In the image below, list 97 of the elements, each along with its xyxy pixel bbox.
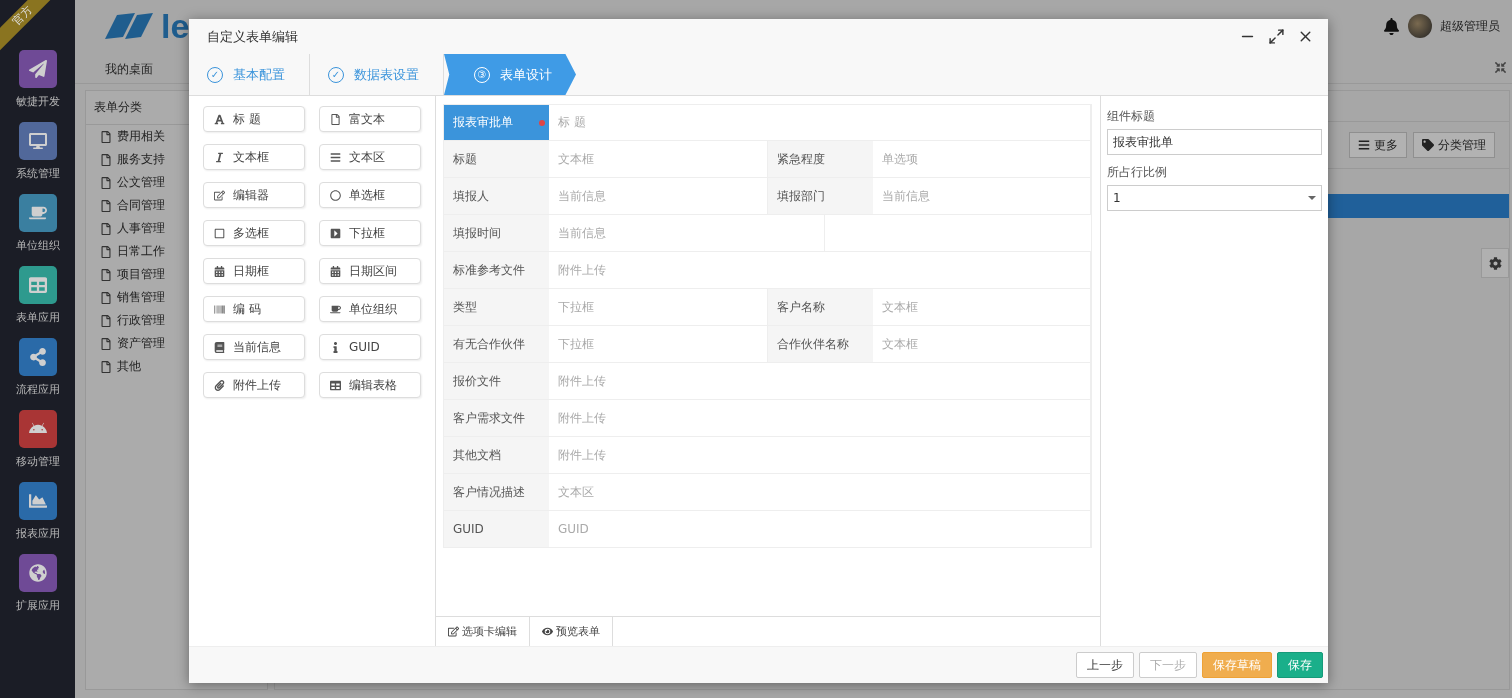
calendar-icon (214, 265, 225, 277)
paperclip-icon (214, 379, 225, 391)
file-icon (100, 222, 112, 235)
file-icon (100, 176, 112, 189)
file-icon (330, 113, 341, 125)
component-button[interactable]: 日期框 (203, 258, 305, 284)
toolbar-button[interactable]: 分类管理 (1413, 132, 1495, 158)
avatar[interactable] (1408, 14, 1432, 38)
tag-icon (1422, 139, 1434, 151)
category-item[interactable]: 销售管理 (117, 289, 165, 306)
app-label: 扩展应用 (15, 598, 60, 613)
file-icon (100, 291, 112, 304)
toolbar-button[interactable]: 更多 (1349, 132, 1407, 158)
category-item[interactable]: 合同管理 (117, 197, 165, 214)
table-icon (330, 379, 341, 391)
app-tile[interactable] (18, 410, 57, 448)
bell-icon[interactable] (1383, 17, 1400, 35)
step-label: 数据表设置 (354, 65, 419, 84)
category-item[interactable]: 服务支持 (117, 151, 165, 168)
component-button[interactable]: 下拉框 (319, 220, 421, 246)
file-icon (100, 268, 112, 281)
fullscreen-icon[interactable] (1495, 62, 1506, 73)
component-button[interactable]: 富文本 (319, 106, 421, 132)
component-button[interactable]: 编 码 (203, 296, 305, 322)
logo-text: le (161, 6, 190, 46)
app-label: 表单应用 (15, 310, 60, 325)
nav-tab[interactable]: 我的桌面 (105, 61, 153, 76)
file-icon (100, 360, 112, 373)
app-label: 单位组织 (15, 238, 60, 253)
footer-button[interactable]: 上一步 (1076, 652, 1134, 678)
component-button[interactable]: GUID (319, 334, 421, 360)
component-button[interactable]: 当前信息 (203, 334, 305, 360)
file-icon (100, 153, 112, 166)
edit-icon (214, 189, 225, 201)
paper-plane-icon (28, 60, 47, 78)
app-label: 报表应用 (15, 526, 60, 541)
user-name[interactable]: 超级管理员 (1440, 17, 1500, 35)
ratio-select[interactable]: 1 (1107, 185, 1322, 211)
step-label: 表单设计 (500, 65, 552, 84)
letter-a-icon (214, 113, 225, 125)
monitor-icon (28, 132, 47, 150)
app-tile[interactable] (18, 482, 57, 520)
share-icon (28, 348, 47, 366)
app-label: 系统管理 (15, 166, 60, 181)
cup-icon (28, 204, 47, 222)
edit-icon (448, 626, 459, 637)
app-tile[interactable] (18, 194, 57, 232)
menu-icon (1358, 139, 1370, 151)
category-item[interactable]: 资产管理 (117, 335, 165, 352)
calendar-icon (330, 265, 341, 277)
cup-icon (330, 303, 341, 315)
book-icon (214, 341, 225, 353)
component-button[interactable]: 编辑表格 (319, 372, 421, 398)
category-item[interactable]: 项目管理 (117, 266, 165, 283)
app-label: 敏捷开发 (15, 94, 60, 109)
category-item[interactable]: 其他 (117, 358, 141, 375)
eye-icon (542, 626, 553, 637)
settings-button[interactable] (1481, 248, 1509, 278)
file-icon (100, 130, 112, 143)
lines-icon (330, 151, 341, 163)
file-icon (100, 245, 112, 258)
component-button[interactable]: 多选框 (203, 220, 305, 246)
component-button[interactable]: 单选框 (319, 182, 421, 208)
area-chart-icon (28, 492, 47, 510)
property-label: 组件标题 (1107, 108, 1156, 125)
file-icon (100, 199, 112, 212)
app-tile[interactable] (18, 266, 57, 304)
step-label: 基本配置 (233, 65, 285, 84)
component-button[interactable]: 文本框 (203, 144, 305, 170)
title-input[interactable]: 报表审批单 (1107, 129, 1322, 155)
category-item[interactable]: 日常工作 (117, 243, 165, 260)
maximize-icon[interactable] (1268, 28, 1285, 45)
app-tile[interactable] (18, 50, 57, 88)
component-button[interactable]: 编辑器 (203, 182, 305, 208)
category-item[interactable]: 公文管理 (117, 174, 165, 191)
app-tile[interactable] (18, 338, 57, 376)
component-button[interactable]: 单位组织 (319, 296, 421, 322)
category-item[interactable]: 费用相关 (117, 128, 165, 145)
app-tile[interactable] (18, 122, 57, 160)
file-icon (100, 337, 112, 350)
info-icon (330, 341, 341, 353)
app-label: 移动管理 (15, 454, 60, 469)
settings-icon (1488, 256, 1502, 270)
component-button[interactable]: 标 题 (203, 106, 305, 132)
dialog-title: 自定义表单编辑 (207, 27, 298, 46)
globe-icon (28, 564, 47, 582)
component-button[interactable]: 日期区间 (319, 258, 421, 284)
component-button[interactable]: 文本区 (319, 144, 421, 170)
property-label: 所占行比例 (1107, 164, 1168, 181)
category-item[interactable]: 人事管理 (117, 220, 165, 237)
italic-icon (214, 151, 225, 163)
category-item[interactable]: 行政管理 (117, 312, 165, 329)
app-label: 流程应用 (15, 382, 60, 397)
file-icon (100, 314, 112, 327)
grid-icon (28, 276, 47, 294)
app-tile[interactable] (18, 554, 57, 592)
component-button[interactable]: 附件上传 (203, 372, 305, 398)
